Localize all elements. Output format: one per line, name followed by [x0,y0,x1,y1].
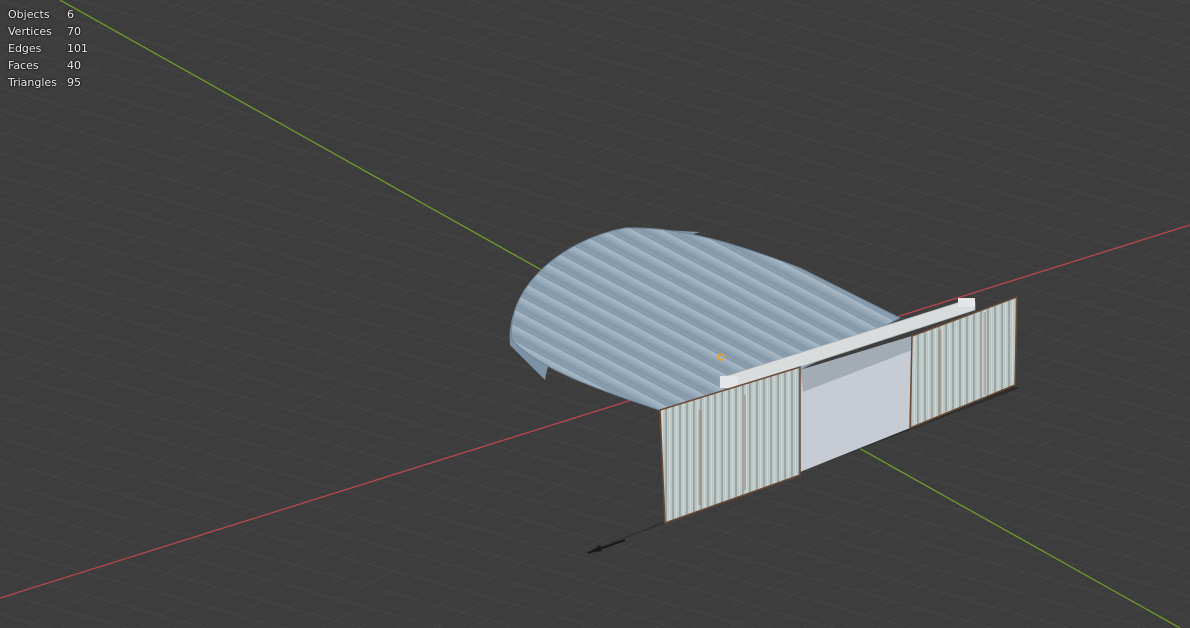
stat-value: 6 [67,8,74,21]
stat-row-edges: Edges 101 [8,40,88,57]
stat-row-faces: Faces 40 [8,57,88,74]
beam-cap-right [958,298,975,307]
stat-row-triangles: Triangles 95 [8,74,88,91]
stat-label: Vertices [8,25,52,38]
scene-statistics-overlay: Objects 6 Vertices 70 Edges 101 Faces 40… [8,6,88,91]
stat-value: 70 [67,25,81,38]
viewport-canvas[interactable] [0,0,1190,628]
stat-value: 95 [67,76,81,89]
3d-viewport[interactable]: Objects 6 Vertices 70 Edges 101 Faces 40… [0,0,1190,628]
stat-label: Triangles [8,76,57,89]
stat-label: Objects [8,8,50,21]
stat-value: 40 [67,59,81,72]
stat-label: Edges [8,42,42,55]
stat-row-vertices: Vertices 70 [8,23,88,40]
stat-row-objects: Objects 6 [8,6,88,23]
stat-label: Faces [8,59,39,72]
stat-value: 101 [67,42,88,55]
